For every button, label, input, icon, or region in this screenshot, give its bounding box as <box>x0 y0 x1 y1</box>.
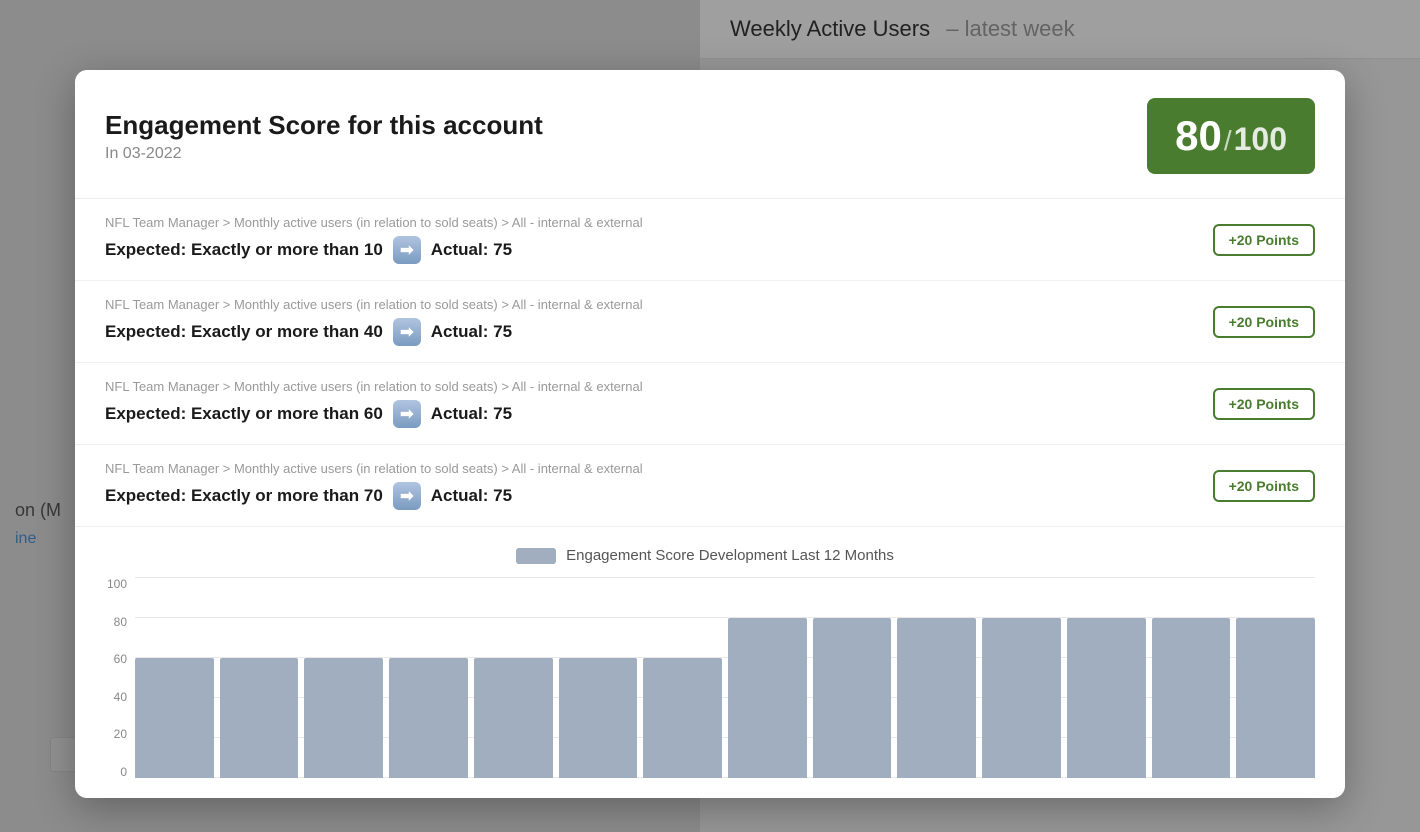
modal-overlay: Engagement Score for this account In 03-… <box>0 0 1420 832</box>
chart-bar-10 <box>982 618 1061 778</box>
criteria-path-0: NFL Team Manager > Monthly active users … <box>105 215 643 230</box>
y-label-20: 20 <box>114 728 127 740</box>
criteria-path-2: NFL Team Manager > Monthly active users … <box>105 379 643 394</box>
criteria-detail-3: Expected: Exactly or more than 70 ➡ Actu… <box>105 482 643 510</box>
modal-title-block: Engagement Score for this account In 03-… <box>105 110 543 163</box>
chart-bar-9 <box>897 618 976 778</box>
y-label-60: 60 <box>114 653 127 665</box>
points-badge-0: +20 Points <box>1213 224 1315 256</box>
chart-bar-0 <box>135 658 214 778</box>
arrow-icon-1: ➡ <box>393 318 421 346</box>
chart-bar-4 <box>474 658 553 778</box>
y-label-80: 80 <box>114 616 127 628</box>
chart-bar-7 <box>728 618 807 778</box>
criteria-path-1: NFL Team Manager > Monthly active users … <box>105 297 643 312</box>
points-badge-3: +20 Points <box>1213 470 1315 502</box>
chart-container: 100 80 60 40 20 0 <box>95 578 1315 778</box>
score-separator: / <box>1224 125 1232 157</box>
arrow-icon-3: ➡ <box>393 482 421 510</box>
modal-title: Engagement Score for this account <box>105 110 543 141</box>
criteria-row-1: NFL Team Manager > Monthly active users … <box>75 281 1345 363</box>
score-value: 80 <box>1175 112 1222 160</box>
chart-area <box>135 578 1315 778</box>
points-badge-1: +20 Points <box>1213 306 1315 338</box>
chart-bar-2 <box>304 658 383 778</box>
modal-date: In 03-2022 <box>105 145 543 163</box>
criteria-left-0: NFL Team Manager > Monthly active users … <box>105 215 643 264</box>
criteria-detail-0: Expected: Exactly or more than 10 ➡ Actu… <box>105 236 643 264</box>
chart-bar-1 <box>220 658 299 778</box>
chart-bar-13 <box>1236 618 1315 778</box>
chart-bar-11 <box>1067 618 1146 778</box>
chart-legend: Engagement Score Development Last 12 Mon… <box>95 547 1315 564</box>
criteria-detail-1: Expected: Exactly or more than 40 ➡ Actu… <box>105 318 643 346</box>
modal-header: Engagement Score for this account In 03-… <box>75 70 1345 199</box>
y-label-40: 40 <box>114 691 127 703</box>
chart-bar-12 <box>1152 618 1231 778</box>
criteria-left-2: NFL Team Manager > Monthly active users … <box>105 379 643 428</box>
chart-bar-6 <box>643 658 722 778</box>
score-max: 100 <box>1234 121 1287 158</box>
criteria-left-1: NFL Team Manager > Monthly active users … <box>105 297 643 346</box>
legend-swatch <box>516 548 556 564</box>
y-label-0: 0 <box>120 766 127 778</box>
criteria-row-3: NFL Team Manager > Monthly active users … <box>75 445 1345 527</box>
chart-section: Engagement Score Development Last 12 Mon… <box>75 527 1345 798</box>
chart-bar-8 <box>813 618 892 778</box>
arrow-icon-2: ➡ <box>393 400 421 428</box>
points-badge-2: +20 Points <box>1213 388 1315 420</box>
criteria-row-0: NFL Team Manager > Monthly active users … <box>75 199 1345 281</box>
chart-bar-5 <box>559 658 638 778</box>
chart-bar-3 <box>389 658 468 778</box>
modal-dialog: Engagement Score for this account In 03-… <box>75 70 1345 798</box>
criteria-detail-2: Expected: Exactly or more than 60 ➡ Actu… <box>105 400 643 428</box>
chart-y-axis: 100 80 60 40 20 0 <box>95 578 135 778</box>
criteria-path-3: NFL Team Manager > Monthly active users … <box>105 461 643 476</box>
criteria-rows-container: NFL Team Manager > Monthly active users … <box>75 199 1345 527</box>
legend-label: Engagement Score Development Last 12 Mon… <box>566 547 894 564</box>
score-badge: 80 / 100 <box>1147 98 1315 174</box>
y-label-100: 100 <box>107 578 127 590</box>
criteria-left-3: NFL Team Manager > Monthly active users … <box>105 461 643 510</box>
bars-wrapper <box>135 578 1315 778</box>
arrow-icon-0: ➡ <box>393 236 421 264</box>
criteria-row-2: NFL Team Manager > Monthly active users … <box>75 363 1345 445</box>
